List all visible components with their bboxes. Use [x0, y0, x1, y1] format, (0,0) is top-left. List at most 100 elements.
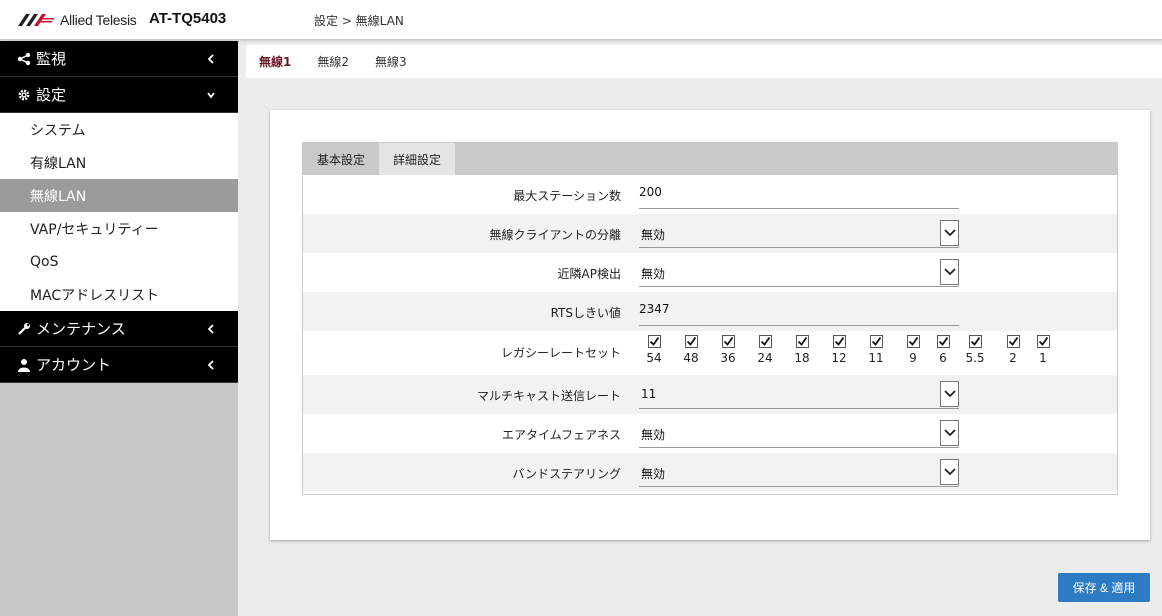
rts-threshold-input[interactable]: 2347 — [639, 297, 959, 326]
sidebar-item-wireless-lan[interactable]: 無線LAN — [0, 179, 238, 212]
rate-label: 1 — [1039, 351, 1047, 365]
row-airtime-fairness: エアタイムフェアネス 無効 — [303, 414, 1117, 453]
sidebar: 監視 設定 システム 有線LAN 無線LAN VAP/セキュリティー QoS M… — [0, 41, 238, 616]
rate-label: 9 — [909, 351, 917, 365]
neighbor-ap-select[interactable]: 無効 — [639, 258, 959, 287]
rate-label: 48 — [683, 351, 699, 365]
select-value: 無効 — [641, 467, 666, 481]
checkbox-checked-icon[interactable] — [936, 335, 950, 348]
chevron-down-icon[interactable] — [940, 459, 959, 485]
checkbox-checked-icon[interactable] — [1006, 335, 1020, 348]
rate-option[interactable]: 5.5 — [959, 335, 991, 365]
rate-option[interactable]: 36 — [714, 335, 742, 365]
settings-card: 基本設定 詳細設定 最大ステーション数 200 無線クライアントの分離 無効 近… — [270, 110, 1150, 540]
chevron-left-icon — [207, 54, 214, 64]
field-label: レガシーレートセット — [500, 346, 621, 360]
rate-label: 11 — [868, 351, 884, 365]
checkbox-checked-icon[interactable] — [721, 335, 735, 348]
rate-option[interactable]: 12 — [825, 335, 853, 365]
rate-option[interactable]: 11 — [862, 335, 890, 365]
field-label: マルチキャスト送信レート — [476, 389, 621, 403]
multicast-rate-select[interactable]: 11 — [639, 380, 959, 409]
row-client-isolation: 無線クライアントの分離 無効 — [303, 214, 1117, 253]
rate-option[interactable]: 18 — [788, 335, 816, 365]
checkbox-checked-icon[interactable] — [906, 335, 920, 348]
chevron-down-icon[interactable] — [940, 420, 959, 446]
field-label: 最大ステーション数 — [513, 189, 621, 203]
checkbox-checked-icon[interactable] — [795, 335, 809, 348]
sidebar-group-account[interactable]: アカウント — [0, 347, 238, 383]
row-neighbor-ap: 近隣AP検出 無効 — [303, 253, 1117, 292]
chevron-down-icon[interactable] — [940, 220, 959, 246]
sub-tab-bar: 基本設定 詳細設定 — [303, 143, 1117, 175]
airtime-fairness-select[interactable]: 無効 — [639, 419, 959, 448]
rate-option[interactable]: 54 — [640, 335, 668, 365]
sidebar-item-vap-security[interactable]: VAP/セキュリティー — [0, 212, 238, 245]
brand-name: Allied Telesis — [60, 12, 137, 28]
rate-option[interactable]: 1 — [1029, 335, 1057, 365]
rate-label: 24 — [757, 351, 773, 365]
max-stations-input[interactable]: 200 — [639, 180, 959, 209]
row-legacy-rates: レガシーレートセット 54 48 36 24 18 12 11 9 6 5.5 … — [303, 331, 1117, 375]
logo-mark-icon — [18, 14, 54, 26]
tab-advanced-settings[interactable]: 詳細設定 — [379, 143, 456, 175]
rate-option[interactable]: 9 — [899, 335, 927, 365]
checkbox-checked-icon[interactable] — [684, 335, 698, 348]
sidebar-group-maintenance[interactable]: メンテナンス — [0, 311, 238, 347]
row-rts: RTSしきい値 2347 — [303, 292, 1117, 331]
rate-option[interactable]: 24 — [751, 335, 779, 365]
sidebar-group-settings[interactable]: 設定 — [0, 77, 238, 113]
rate-option[interactable]: 6 — [929, 335, 957, 365]
wrench-icon — [16, 321, 32, 337]
sidebar-item-mac-list[interactable]: MACアドレスリスト — [0, 278, 238, 311]
row-max-stations: 最大ステーション数 200 — [303, 175, 1117, 214]
checkbox-checked-icon[interactable] — [832, 335, 846, 348]
sidebar-group-label: アカウント — [36, 356, 112, 374]
sidebar-item-qos[interactable]: QoS — [0, 245, 238, 278]
row-band-steering: バンドステアリング 無効 — [303, 453, 1117, 492]
tab-radio1[interactable]: 無線1 — [246, 45, 305, 78]
chevron-left-icon — [207, 324, 214, 334]
select-value: 11 — [641, 387, 657, 401]
rate-label: 2 — [1009, 351, 1017, 365]
rate-option[interactable]: 2 — [999, 335, 1027, 365]
sidebar-group-monitor[interactable]: 監視 — [0, 41, 238, 77]
field-label: バンドステアリング — [512, 467, 621, 481]
chevron-down-icon[interactable] — [940, 381, 959, 407]
top-header: Allied Telesis AT-TQ5403 設定 > 無線LAN — [0, 0, 1162, 40]
checkbox-checked-icon[interactable] — [968, 335, 982, 348]
rate-option[interactable]: 48 — [677, 335, 705, 365]
device-model: AT-TQ5403 — [149, 10, 227, 27]
rate-label: 18 — [794, 351, 810, 365]
sidebar-group-label: 監視 — [36, 50, 67, 68]
select-value: 無効 — [641, 267, 666, 281]
tab-basic-settings[interactable]: 基本設定 — [303, 143, 379, 175]
sidebar-item-system[interactable]: システム — [0, 113, 238, 146]
user-icon — [16, 357, 32, 373]
checkbox-checked-icon[interactable] — [647, 335, 661, 348]
gear-icon — [16, 87, 32, 103]
checkbox-checked-icon[interactable] — [1036, 335, 1050, 348]
field-label: RTSしきい値 — [550, 306, 621, 320]
field-label: 無線クライアントの分離 — [489, 228, 621, 242]
save-apply-button[interactable]: 保存 & 適用 — [1058, 573, 1150, 602]
band-steering-select[interactable]: 無効 — [639, 458, 959, 487]
checkbox-checked-icon[interactable] — [869, 335, 883, 348]
select-value: 無効 — [641, 228, 666, 242]
checkbox-checked-icon[interactable] — [758, 335, 772, 348]
tab-radio3[interactable]: 無線3 — [362, 45, 420, 78]
sidebar-group-label: 設定 — [36, 86, 67, 104]
radio-tab-bar: 無線1 無線2 無線3 — [246, 45, 1162, 78]
chevron-down-icon — [207, 92, 215, 99]
legacy-rate-set: 54 48 36 24 18 12 11 9 6 5.5 2 1 — [637, 335, 1057, 375]
tab-radio2[interactable]: 無線2 — [304, 45, 362, 78]
settings-panel: 基本設定 詳細設定 最大ステーション数 200 無線クライアントの分離 無効 近… — [302, 142, 1118, 495]
chevron-left-icon — [207, 360, 214, 370]
field-label: エアタイムフェアネス — [501, 428, 621, 442]
select-value: 無効 — [641, 428, 666, 442]
allied-telesis-logo[interactable]: Allied Telesis — [18, 12, 137, 28]
share-icon — [16, 51, 32, 67]
sidebar-item-wired-lan[interactable]: 有線LAN — [0, 146, 238, 179]
client-isolation-select[interactable]: 無効 — [639, 219, 959, 248]
chevron-down-icon[interactable] — [940, 259, 959, 285]
